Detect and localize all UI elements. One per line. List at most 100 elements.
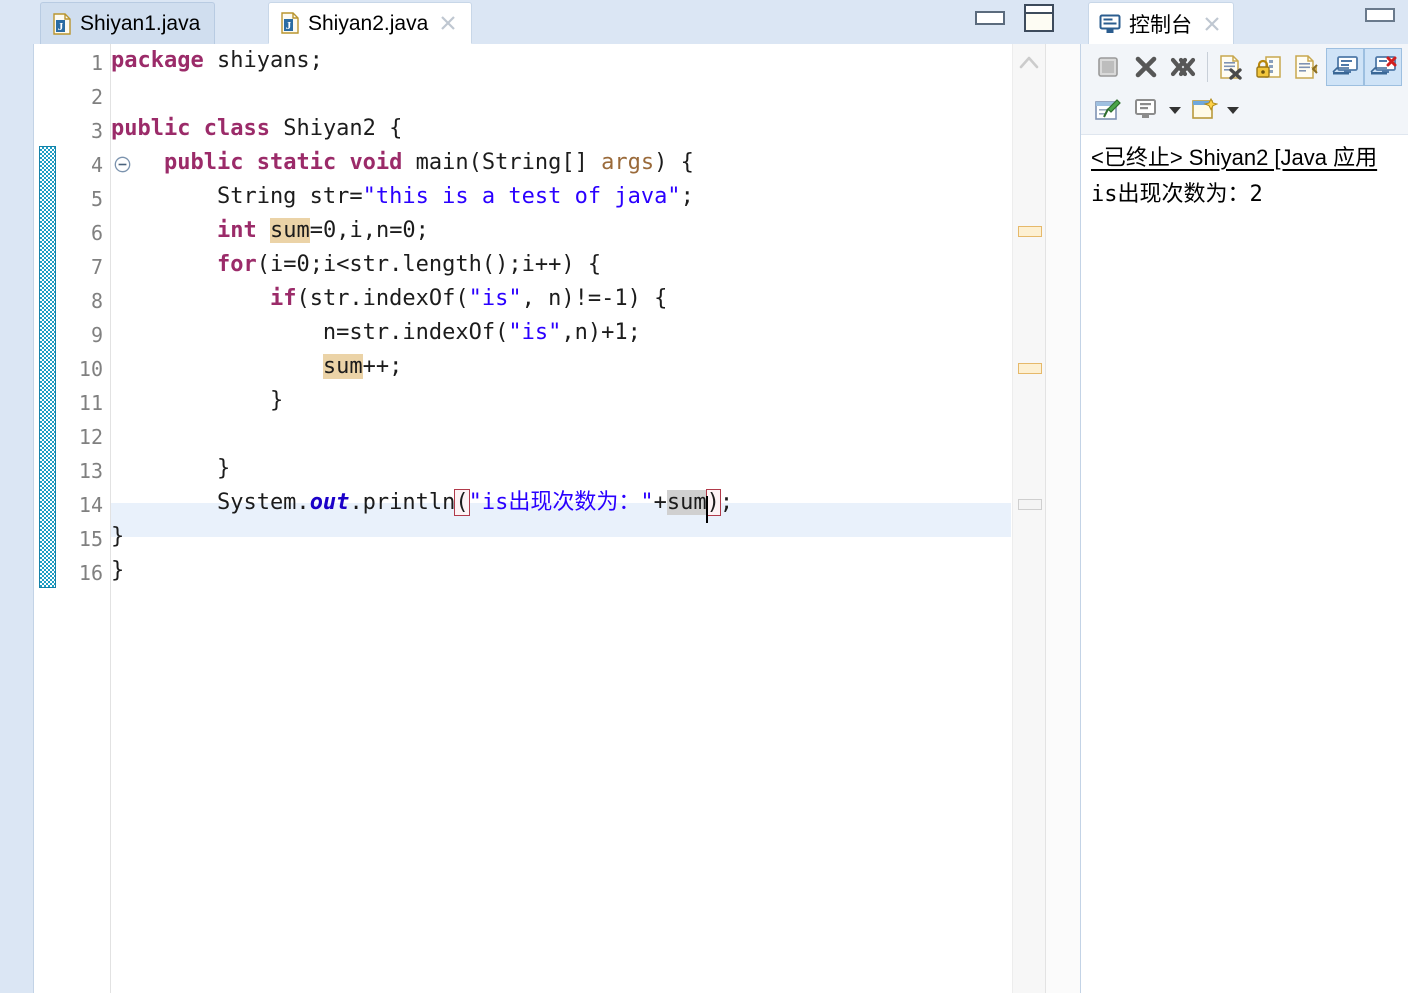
eclipse-ide-window: J Shiyan1.java J Shiyan2.java 1 2 3 4 5 … <box>0 0 1408 993</box>
console-body: <已终止> Shiyan2 [Java 应用 is出现次数为：2 <box>1080 44 1408 993</box>
token-parameter: args <box>601 150 655 175</box>
token-string: "is" <box>508 320 562 345</box>
token-text: ; <box>719 490 734 515</box>
token-text: .println <box>349 490 456 515</box>
svg-text:J: J <box>286 20 292 32</box>
line-number: 5 <box>90 187 103 211</box>
code-line: } <box>111 384 283 418</box>
word-wrap-button[interactable] <box>1288 48 1326 86</box>
token-text: Shiyan2 { <box>283 116 403 141</box>
token-text: , n)!=-1) { <box>521 286 668 311</box>
remove-all-terminated-button[interactable] <box>1165 48 1203 86</box>
java-file-icon: J <box>281 12 299 34</box>
close-icon[interactable] <box>439 14 457 32</box>
show-console-on-error-button[interactable] <box>1364 48 1402 86</box>
line-number: 11 <box>78 391 103 415</box>
token-string: "is" <box>468 286 522 311</box>
token-selection-sum: sum <box>666 490 707 515</box>
token-text: (i=0;i<str.length();i++) { <box>256 252 602 277</box>
token-keyword: for <box>216 252 257 277</box>
line-number: 15 <box>78 527 103 551</box>
editor-window-buttons <box>970 4 1054 32</box>
matching-bracket-open: ( <box>454 489 470 516</box>
line-number: 10 <box>78 357 103 381</box>
scroll-lock-button[interactable] <box>1250 48 1288 86</box>
overview-mark-occurrence[interactable] <box>1018 363 1042 374</box>
minimize-icon[interactable] <box>970 7 1010 29</box>
token-keyword: public <box>163 150 244 175</box>
line-number: 14 <box>78 493 103 517</box>
remove-launch-button[interactable] <box>1127 48 1165 86</box>
editor-tab-label: Shiyan2.java <box>308 11 429 35</box>
token-text: ) { <box>654 150 694 175</box>
console-tab-label: 控制台 <box>1129 13 1192 37</box>
token-keyword: package <box>111 48 204 73</box>
editor-tab-shiyan2[interactable]: J Shiyan2.java <box>268 2 473 44</box>
console-launch-label: <已终止> Shiyan2 [Java 应用 <box>1091 145 1378 170</box>
minimize-icon[interactable] <box>1360 4 1400 26</box>
toolbar-separator <box>1207 52 1208 82</box>
pin-console-button[interactable] <box>1089 91 1127 129</box>
code-line: } <box>111 520 124 554</box>
overview-mark-occurrence[interactable] <box>1018 226 1042 237</box>
token-text: } <box>111 524 125 549</box>
code-text-area[interactable]: package shiyans; public class Shiyan2 { … <box>111 44 1011 993</box>
overview-mark-other[interactable] <box>1018 499 1042 510</box>
display-selected-console-button[interactable] <box>1127 91 1165 129</box>
line-number: 13 <box>78 459 103 483</box>
chevron-down-icon[interactable] <box>1165 91 1185 129</box>
token-text: (str.indexOf( <box>296 286 469 311</box>
console-tab[interactable]: 控制台 <box>1088 2 1234 44</box>
token-text: + <box>653 490 667 515</box>
editor-tab-bar: J Shiyan1.java J Shiyan2.java <box>0 0 1080 44</box>
code-line: } <box>111 554 124 588</box>
line-number: 7 <box>90 255 103 279</box>
token-text: System. <box>111 490 310 515</box>
line-number-gutter: 1 2 3 4 5 6 7 8 9 10 11 12 13 14 15 16 <box>56 44 131 993</box>
token-text: String str= <box>111 184 363 209</box>
token-text: =0,i,n=0; <box>309 218 429 243</box>
chevron-up-icon[interactable] <box>1018 53 1040 73</box>
code-line: public static void main(String[] args) { <box>111 146 694 180</box>
open-console-button[interactable] <box>1185 91 1223 129</box>
token-keyword: if <box>269 286 297 311</box>
console-icon <box>1099 14 1121 34</box>
terminate-button[interactable] <box>1089 48 1127 86</box>
token-keyword: public <box>111 116 191 141</box>
token-field-out: out <box>309 490 350 515</box>
console-window-buttons <box>1360 4 1400 26</box>
editor-tab-shiyan1[interactable]: J Shiyan1.java <box>40 2 216 44</box>
line-number: 1 <box>90 51 103 75</box>
close-icon[interactable] <box>1203 15 1221 33</box>
chevron-down-icon[interactable] <box>1223 91 1243 129</box>
token-text: } <box>111 558 125 583</box>
token-text: } <box>111 388 284 413</box>
matching-bracket-close: ) <box>705 489 721 516</box>
editor-tab-label: Shiyan1.java <box>80 12 201 35</box>
editor-body[interactable]: 1 2 3 4 5 6 7 8 9 10 11 12 13 14 15 16 p… <box>33 44 1080 993</box>
token-keyword: class <box>190 116 284 141</box>
overview-ruler[interactable] <box>1012 44 1046 993</box>
svg-text:J: J <box>58 21 64 33</box>
maximize-icon[interactable] <box>1024 4 1054 32</box>
token-keyword: int <box>216 218 257 243</box>
code-line: sum++; <box>111 350 402 384</box>
console-output-text: is出现次数为：2 <box>1091 182 1263 207</box>
show-console-on-output-button[interactable] <box>1326 48 1364 86</box>
token-string: "is出现次数为：" <box>468 490 654 515</box>
token-text: ,n)+1; <box>561 320 641 345</box>
token-occurrence-sum: sum <box>322 354 363 379</box>
console-toolbar-row-2 <box>1089 91 1243 129</box>
token-occurrence-sum: sum <box>269 218 310 243</box>
line-number: 16 <box>78 561 103 585</box>
line-number: 12 <box>78 425 103 449</box>
change-indicator <box>39 146 56 588</box>
token-text: main(String[] <box>402 150 602 175</box>
line-number: 6 <box>90 221 103 245</box>
clear-console-button[interactable] <box>1212 48 1250 86</box>
token-string: "this is a test of java" <box>362 184 681 209</box>
editor-vertical-scrollbar[interactable] <box>1046 44 1080 993</box>
